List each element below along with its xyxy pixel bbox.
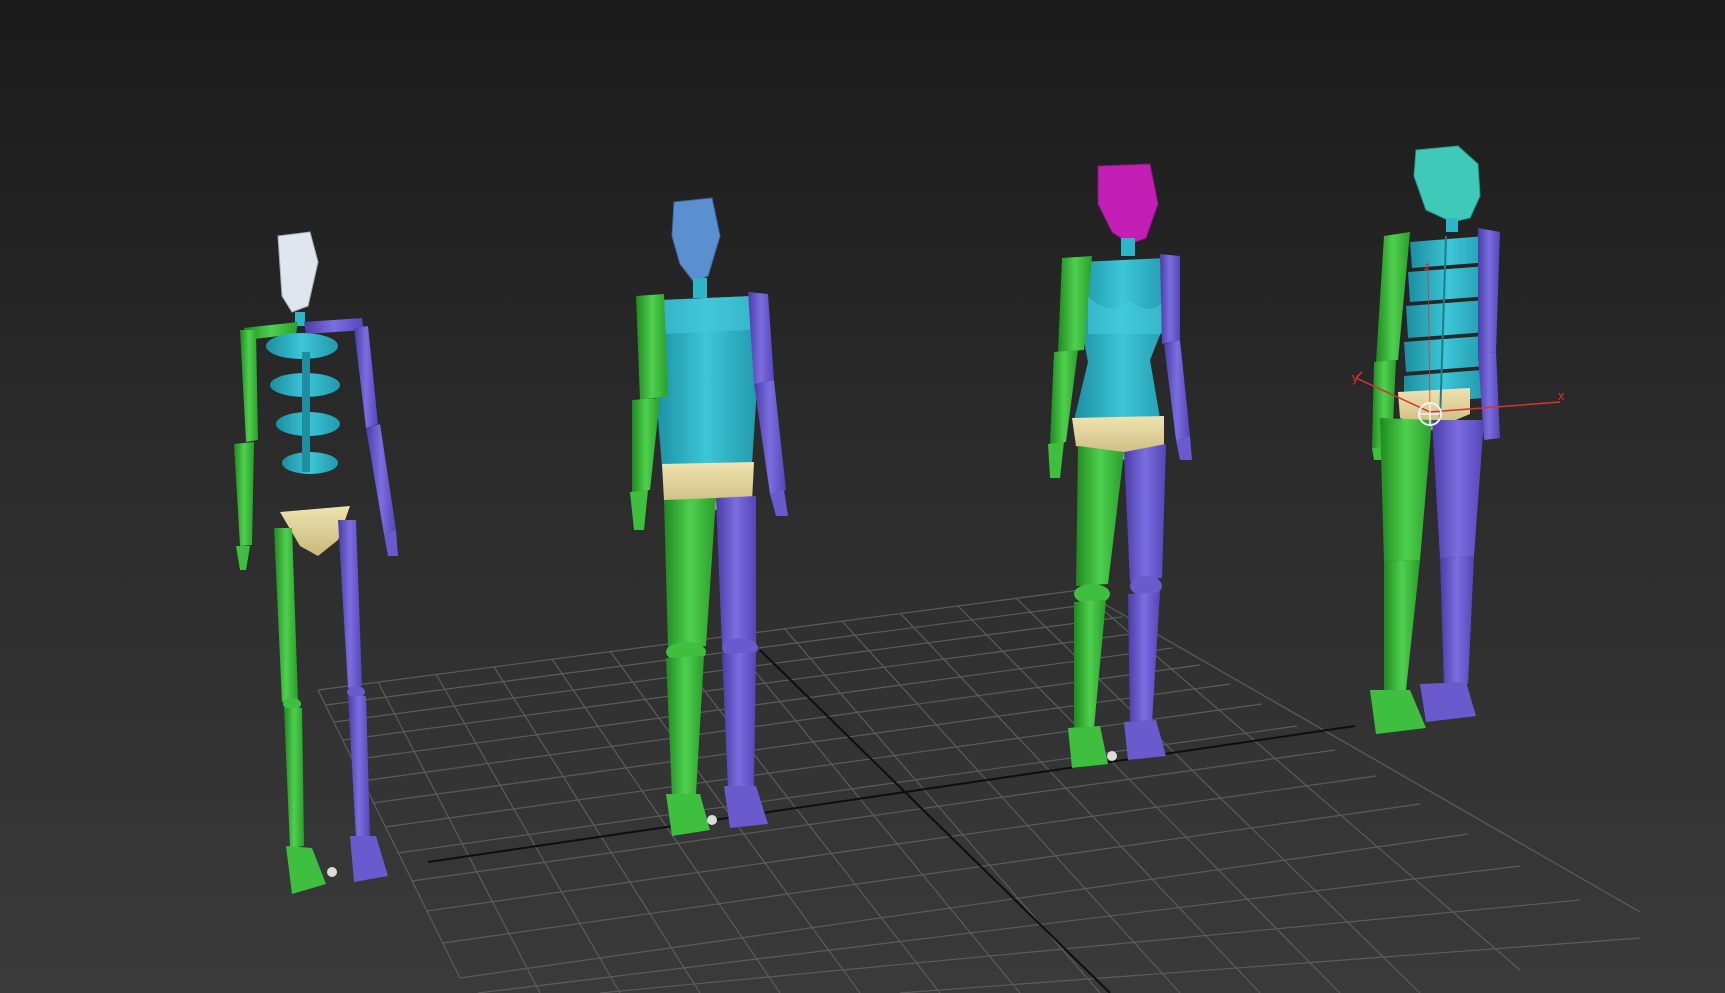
gizmo-axis-label-x: x — [1558, 388, 1565, 403]
head — [277, 231, 319, 313]
gizmo-axis-label-y: y — [1352, 370, 1359, 385]
female-biped[interactable] — [1048, 163, 1192, 768]
head — [671, 197, 721, 283]
head — [1097, 163, 1159, 245]
skeleton-biped[interactable] — [234, 231, 398, 894]
scene-canvas[interactable]: y x z — [0, 0, 1725, 993]
grid-axes — [427, 649, 1356, 993]
gizmo-axis-label-z: z — [1424, 261, 1430, 273]
head — [1413, 145, 1481, 223]
box-biped-selected[interactable] — [1370, 145, 1500, 734]
ground-grid — [317, 589, 1641, 993]
perspective-viewport[interactable]: y x z — [0, 0, 1725, 993]
